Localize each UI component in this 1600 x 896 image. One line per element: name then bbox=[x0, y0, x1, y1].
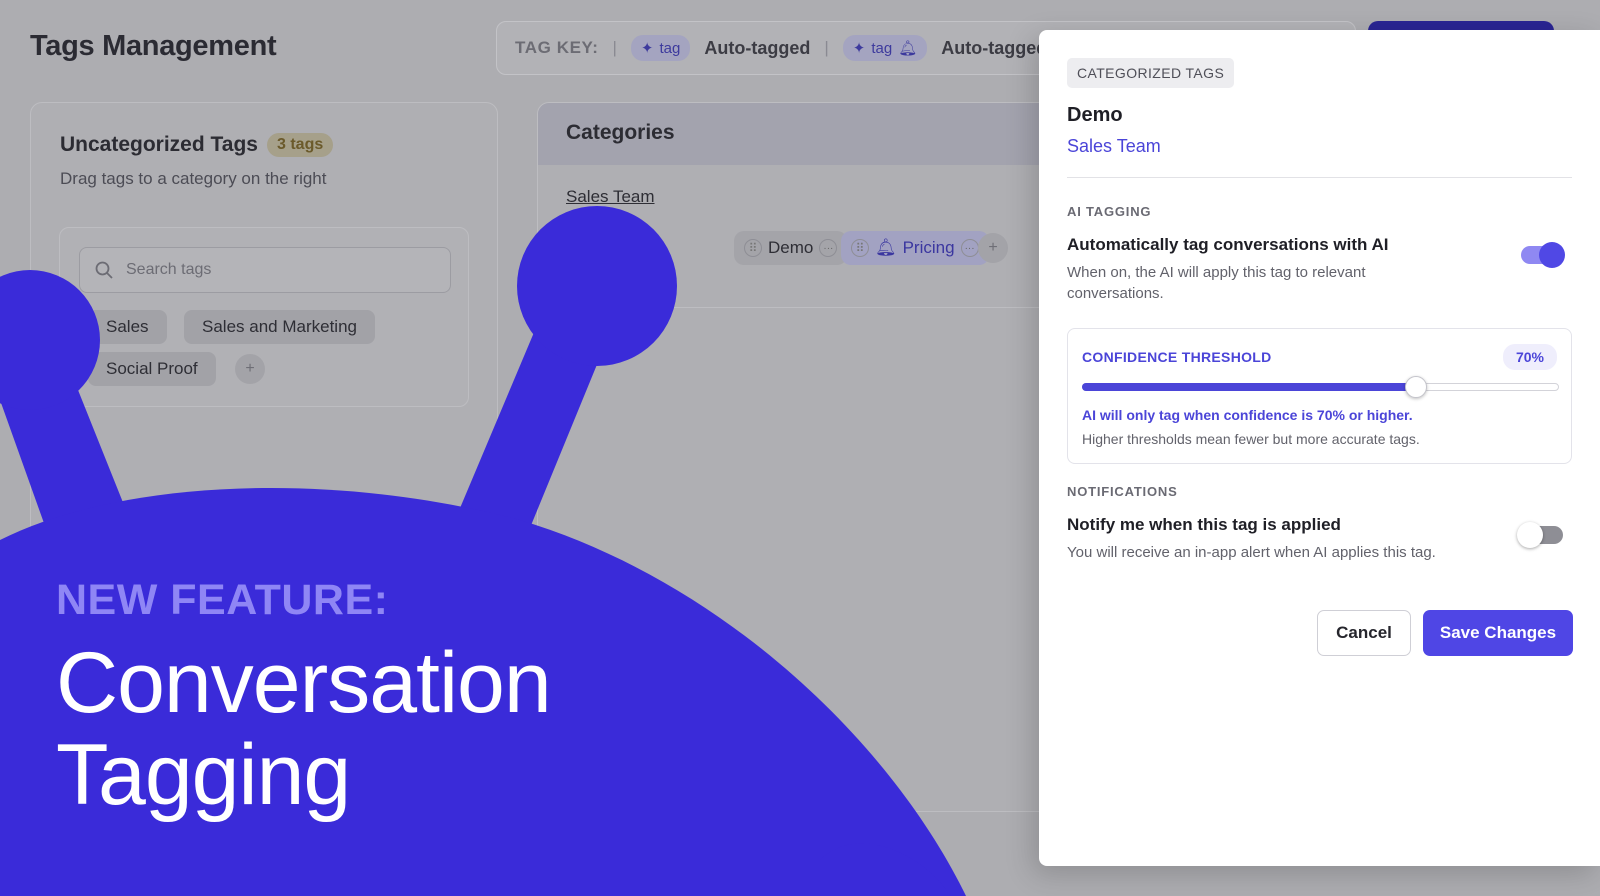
promo-text: NEW FEATURE: Conversation Tagging bbox=[56, 576, 552, 823]
tag-count-badge: 3 tags bbox=[267, 133, 334, 157]
threshold-hint: Higher thresholds mean fewer but more ac… bbox=[1082, 431, 1420, 447]
search-icon bbox=[95, 261, 113, 279]
notify-title: Notify me when this tag is applied bbox=[1067, 515, 1341, 534]
tag-name: Demo bbox=[1067, 104, 1123, 126]
sparkle-icon: ✦ bbox=[852, 40, 866, 57]
cancel-button[interactable]: Cancel bbox=[1317, 610, 1411, 656]
separator: | bbox=[824, 38, 829, 57]
ai-tagging-title: Automatically tag conversations with AI bbox=[1067, 235, 1389, 254]
uncategorized-title: Uncategorized Tags bbox=[60, 133, 258, 156]
promo-title-line2: Tagging bbox=[56, 727, 351, 823]
tag-sales-and-marketing[interactable]: Sales and Marketing bbox=[184, 310, 375, 344]
page-title: Tags Management bbox=[30, 30, 277, 62]
threshold-note: AI will only tag when confidence is 70% … bbox=[1082, 407, 1413, 423]
promo-title-line1: Conversation bbox=[56, 635, 552, 731]
threshold-label: CONFIDENCE THRESHOLD bbox=[1082, 349, 1272, 365]
tag-chip-notify: ✦ tag 🔔︎ bbox=[842, 35, 928, 61]
more-icon[interactable]: ··· bbox=[819, 239, 838, 257]
more-icon[interactable]: ··· bbox=[960, 239, 979, 257]
tag-key-label: TAG KEY: bbox=[515, 38, 599, 57]
threshold-slider-fill bbox=[1082, 383, 1416, 391]
category-sales-team[interactable]: Sales Team bbox=[566, 187, 655, 207]
ai-tagging-description: When on, the AI will apply this tag to r… bbox=[1067, 264, 1366, 302]
threshold-slider-thumb[interactable] bbox=[1404, 376, 1427, 398]
drag-handle-icon[interactable]: ⠿ bbox=[744, 239, 762, 257]
ai-tagging-section-label: AI TAGGING bbox=[1067, 204, 1152, 219]
add-category-tag-button[interactable]: + bbox=[978, 233, 1008, 263]
category-section[interactable]: ction bbox=[566, 331, 602, 351]
divider bbox=[1067, 177, 1572, 178]
auto-tagged-notify-label: Auto-tagged bbox=[941, 37, 1048, 58]
ai-tagging-toggle[interactable] bbox=[1521, 242, 1565, 268]
toggle-knob bbox=[1517, 522, 1543, 548]
bell-icon: 🔔︎ bbox=[898, 40, 918, 57]
search-placeholder: Search tags bbox=[126, 261, 212, 278]
tag-settings-panel: CATEGORIZED TAGS Demo Sales Team AI TAGG… bbox=[1039, 30, 1600, 866]
auto-tagged-label: Auto-tagged bbox=[704, 37, 811, 58]
uncategorized-subtitle: Drag tags to a category on the right bbox=[60, 169, 327, 188]
notify-description: You will receive an in-app alert when AI… bbox=[1067, 544, 1436, 561]
toggle-knob bbox=[1539, 242, 1565, 268]
save-changes-button[interactable]: Save Changes bbox=[1423, 610, 1573, 656]
sparkle-icon: ✦ bbox=[640, 40, 654, 57]
tag-pool: Search tags Sales Sales and Marketing So… bbox=[59, 227, 469, 407]
search-input[interactable]: Search tags bbox=[79, 247, 451, 293]
categorized-tags-badge: CATEGORIZED TAGS bbox=[1067, 58, 1235, 88]
category-tag-demo[interactable]: ⠿ Demo ··· bbox=[734, 231, 848, 265]
notifications-section-label: NOTIFICATIONS bbox=[1067, 484, 1178, 499]
category-tag-pill[interactable]: dies bbox=[608, 231, 660, 265]
threshold-value-badge: 70% bbox=[1502, 344, 1557, 370]
tag-sales[interactable]: Sales bbox=[88, 310, 167, 344]
notify-toggle[interactable] bbox=[1517, 522, 1563, 548]
drag-handle-icon[interactable]: ⠿ bbox=[851, 239, 869, 257]
confidence-threshold-box: CONFIDENCE THRESHOLD 70% AI will only ta… bbox=[1067, 328, 1572, 464]
promo-eyebrow: NEW FEATURE: bbox=[56, 576, 389, 624]
bell-icon: 🔔︎ bbox=[875, 238, 897, 257]
tag-category-link[interactable]: Sales Team bbox=[1067, 136, 1161, 157]
add-tag-button[interactable]: + bbox=[235, 354, 265, 384]
tag-chip: ✦ tag bbox=[630, 35, 691, 61]
separator: | bbox=[612, 38, 617, 57]
category-tag-pricing[interactable]: ⠿ 🔔︎ Pricing ··· bbox=[841, 231, 989, 265]
categories-title: Categories bbox=[566, 121, 675, 144]
tag-social-proof[interactable]: Social Proof bbox=[88, 352, 216, 386]
